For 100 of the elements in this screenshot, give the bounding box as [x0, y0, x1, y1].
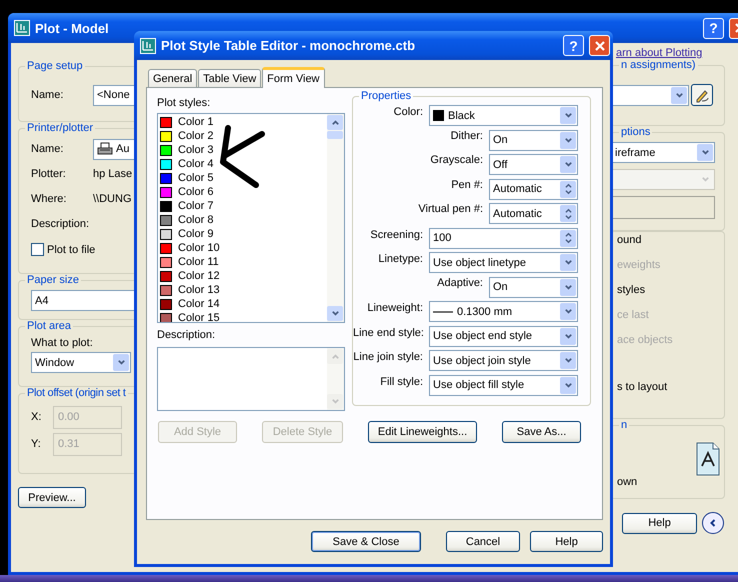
list-item[interactable]: Color 1 [160, 115, 216, 129]
scroll-down-button[interactable] [327, 306, 343, 321]
dropdown[interactable]: Window [31, 352, 131, 373]
field-label: Dither: [450, 130, 484, 142]
chevron-left-icon [708, 518, 718, 528]
group-title: Page setup [26, 60, 84, 72]
checkbox[interactable] [31, 243, 44, 256]
list-item[interactable]: Color 9 [160, 227, 216, 241]
collapse-button[interactable] [702, 512, 724, 534]
group-title: Plot area [26, 320, 72, 332]
checkbox-row[interactable]: Plot to file [31, 243, 96, 256]
field-label: Color: [392, 105, 424, 118]
dropdown[interactable]: 0.1300 mm [429, 301, 578, 322]
field-label: Name: [31, 89, 64, 101]
list-item[interactable]: Color 10 [160, 241, 222, 255]
preview-button[interactable]: Preview... [18, 487, 86, 508]
dropdown[interactable]: On [489, 130, 578, 150]
help-button[interactable]: ? [703, 18, 724, 38]
dialog-button[interactable]: Help [530, 531, 603, 552]
field-label: X: [31, 411, 42, 423]
field-label: Lineweight: [366, 301, 424, 314]
list-item[interactable]: Color 2 [160, 129, 216, 143]
field-label: Plotter: [31, 168, 67, 180]
dialog-button[interactable]: Save & Close [311, 531, 421, 552]
spinner-field[interactable]: Automatic [489, 203, 578, 224]
scroll-thumb[interactable] [327, 131, 343, 139]
spinner-field[interactable]: Automatic [489, 178, 578, 200]
group-title: n assignments) [620, 59, 697, 71]
option-label: own [617, 476, 638, 488]
scroll-up-button[interactable] [327, 115, 343, 130]
option-label[interactable]: ound [617, 232, 642, 257]
dropdown[interactable]: Use object join style [429, 350, 578, 371]
dropdown[interactable]: On [489, 276, 578, 298]
dialog-button[interactable]: Cancel [446, 531, 520, 552]
field-label: What to plot: [31, 337, 94, 349]
scroll-up-icon [330, 118, 340, 127]
field-label: Pen #: [450, 178, 484, 190]
field-label: Name: [31, 143, 64, 155]
action-button[interactable]: Save As... [502, 421, 581, 443]
field-label: Y: [31, 438, 42, 450]
help-link[interactable]: arn about Plotting [616, 47, 702, 59]
field-label: Description: [31, 218, 90, 230]
option-label[interactable]: s to layout [617, 379, 668, 404]
tab[interactable]: General [148, 69, 198, 87]
spinner-arrows-icon [564, 183, 572, 195]
location-value: \\DUNG [93, 192, 132, 204]
group-title: Paper size [26, 274, 80, 286]
plotter-value: hp Lase [93, 168, 132, 180]
scroll-up-icon [330, 352, 340, 361]
arrow-drawing [220, 125, 265, 188]
field-label: Fill style: [379, 374, 424, 388]
help-button[interactable]: Help [622, 512, 697, 534]
close-button[interactable] [589, 35, 610, 56]
group-title: Plot offset (origin set t [26, 387, 127, 399]
list-item[interactable]: Color 6 [160, 185, 216, 199]
spinner-arrows-icon [564, 232, 572, 244]
dropdown[interactable]: ireframe [611, 142, 715, 163]
list-item[interactable]: Color 7 [160, 199, 216, 213]
app-icon [140, 38, 156, 54]
field-label: Virtual pen #: [417, 203, 484, 215]
group-title: Printer/plotter [26, 122, 94, 134]
spinner-field[interactable]: 100 [429, 228, 578, 248]
field-label: Screening: [369, 228, 424, 240]
window-title: Plot Style Table Editor - monochrome.ctb [161, 38, 416, 53]
list-item[interactable]: Color 15 [160, 311, 222, 322]
tab[interactable]: Table View [198, 69, 262, 87]
line-sample-icon [433, 310, 453, 314]
group-title: n [620, 419, 628, 431]
field-label: Adaptive: [436, 276, 484, 288]
dropdown[interactable]: Use object linetype [429, 252, 578, 273]
portrait-page-icon [696, 442, 720, 476]
tab[interactable]: Form View [262, 67, 325, 88]
field-label: Line end style: [353, 326, 425, 338]
option-label[interactable]: styles [617, 282, 646, 307]
window-title: Plot - Model [35, 20, 109, 36]
list-item[interactable]: Color 8 [160, 213, 216, 227]
action-button[interactable]: Edit Lineweights... [368, 421, 477, 443]
dropdown[interactable]: Use object end style [429, 326, 578, 346]
list-item[interactable]: Color 5 [160, 171, 216, 185]
list-label: Plot styles: [157, 97, 212, 111]
edit-button[interactable] [691, 84, 713, 106]
dropdown[interactable] [611, 84, 689, 106]
dropdown[interactable]: Off [489, 154, 578, 175]
list-item[interactable]: Color 11 [160, 255, 221, 269]
field-label: Description: [157, 329, 216, 343]
list-item[interactable]: Color 4 [160, 157, 216, 171]
group-title: Properties [360, 90, 412, 102]
field-label: Line join style: [353, 350, 424, 363]
spinner-arrows-icon [564, 208, 572, 220]
scroll-down-icon [330, 397, 340, 406]
printer-icon [97, 142, 113, 156]
dropdown[interactable]: Use object fill style [429, 374, 578, 396]
field-label: Where: [31, 192, 68, 204]
help-button[interactable]: ? [563, 35, 584, 56]
list-item[interactable]: Color 3 [160, 143, 216, 157]
app-icon [14, 20, 30, 36]
group-title: ptions [620, 126, 652, 138]
dropdown[interactable]: Black [429, 105, 578, 126]
list-item[interactable]: Color 12 [160, 269, 222, 283]
field-label: Grayscale: [429, 154, 484, 166]
